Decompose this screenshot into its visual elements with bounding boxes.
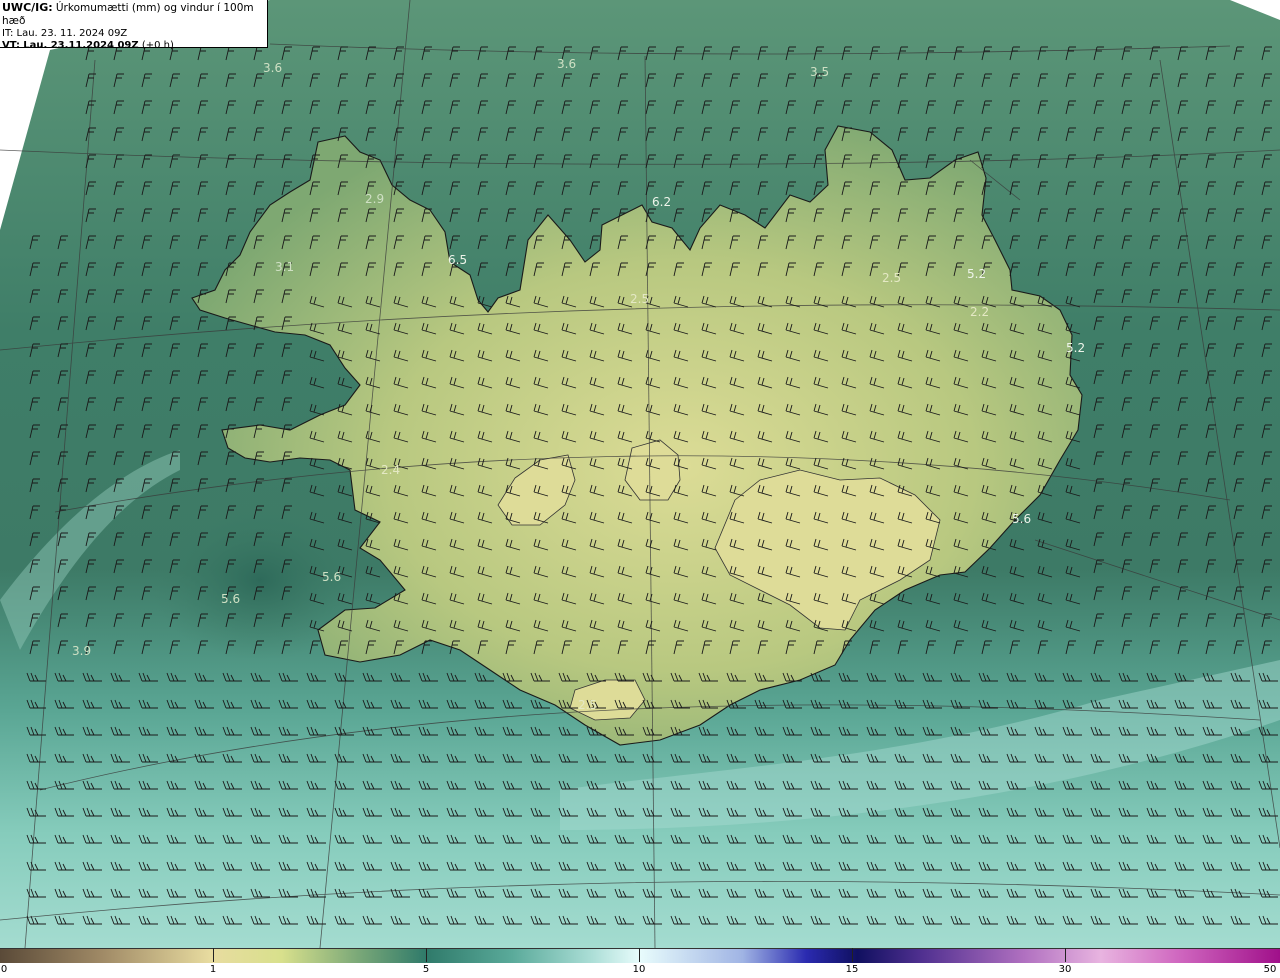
scale-label: 50 bbox=[1263, 964, 1277, 975]
init-time-value: Lau. 23. 11. 2024 09Z bbox=[16, 28, 128, 39]
map-value-label: 3.9 bbox=[72, 644, 91, 658]
scale-label: 0 bbox=[0, 964, 8, 975]
scale-label: 10 bbox=[632, 964, 646, 975]
map-header: UWC/IG: Úrkomumætti (mm) og vindur í 100… bbox=[0, 0, 268, 51]
map-value-label: 2.2 bbox=[970, 305, 989, 319]
scale-tick bbox=[1065, 948, 1066, 962]
map-value-label: 5.6 bbox=[221, 592, 240, 606]
scale-label: 1 bbox=[209, 964, 217, 975]
map-value-label: 2.4 bbox=[381, 463, 400, 477]
map-value-label: 2.5 bbox=[630, 292, 649, 306]
product-code: UWC/IG: bbox=[2, 1, 53, 14]
map-value-label: 3.6 bbox=[263, 61, 282, 75]
weather-map: 3.6 3.6 3.5 2.9 3.1 6.5 6.2 2.5 2.5 5.2 … bbox=[0, 0, 1280, 978]
valid-time-offset: (+0 h) bbox=[141, 40, 174, 51]
scale-label: 15 bbox=[845, 964, 859, 975]
map-value-label: 5.2 bbox=[1066, 341, 1085, 355]
valid-time-value: Lau. 23.11.2024 09Z bbox=[23, 40, 139, 51]
scale-tick bbox=[639, 948, 640, 962]
map-value-label: 6.2 bbox=[652, 195, 671, 209]
color-scale-labels: 0 1 5 10 15 30 50 bbox=[0, 963, 1280, 978]
map-value-label: 5.2 bbox=[967, 267, 986, 281]
scale-tick bbox=[852, 948, 853, 962]
valid-time-label: VT: bbox=[2, 40, 21, 51]
map-value-label: 3.6 bbox=[557, 57, 576, 71]
scale-tick bbox=[426, 948, 427, 962]
scale-label: 5 bbox=[422, 964, 430, 975]
map-canvas: 3.6 3.6 3.5 2.9 3.1 6.5 6.2 2.5 2.5 5.2 … bbox=[0, 0, 1280, 948]
init-time-label: IT: bbox=[2, 28, 14, 39]
map-value-label: 5.6 bbox=[1012, 512, 1031, 526]
map-value-label: 2.5 bbox=[882, 271, 901, 285]
map-value-label: 5.6 bbox=[322, 570, 341, 584]
map-value-label: 2.9 bbox=[365, 192, 384, 206]
map-value-label: 3.1 bbox=[275, 260, 294, 274]
scale-tick bbox=[213, 948, 214, 962]
color-scale-bar bbox=[0, 948, 1280, 963]
scale-label: 30 bbox=[1058, 964, 1072, 975]
map-value-label: 2.5 bbox=[578, 698, 597, 712]
map-value-label: 6.5 bbox=[448, 253, 467, 267]
map-value-label: 3.5 bbox=[810, 65, 829, 79]
